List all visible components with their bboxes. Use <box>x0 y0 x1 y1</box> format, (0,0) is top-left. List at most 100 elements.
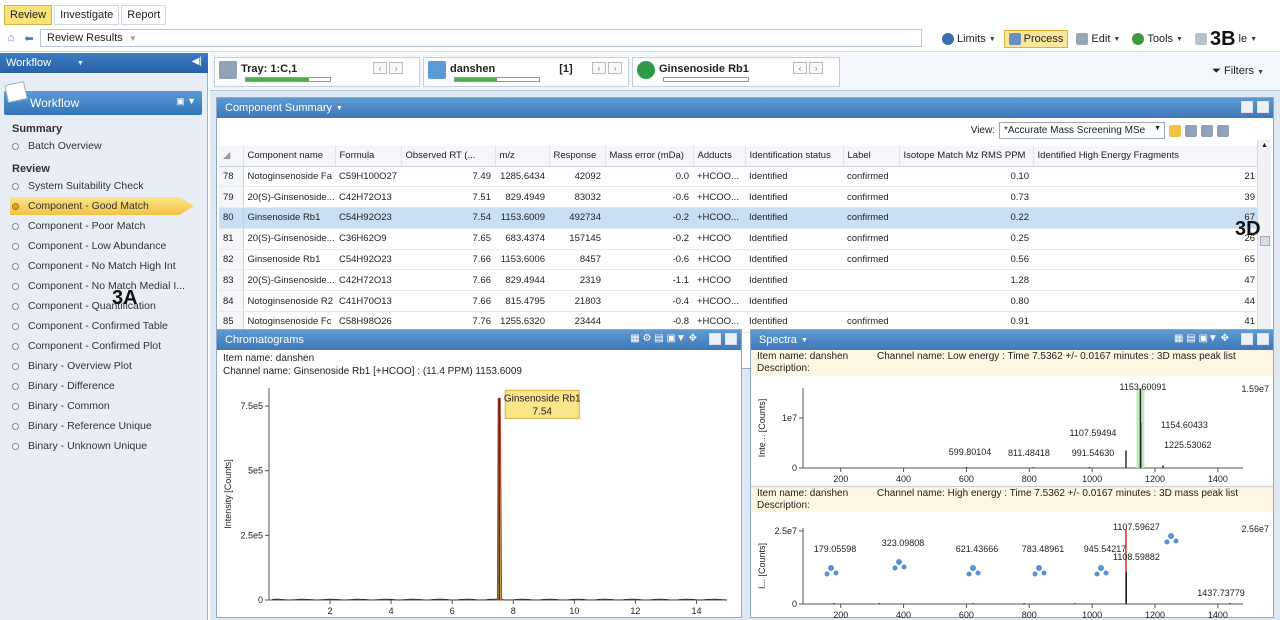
limits-icon <box>942 33 954 45</box>
sidebar-item-review[interactable]: Binary - Unknown Unique <box>12 437 196 455</box>
column-header[interactable]: Isotope Match Mz RMS PPM <box>899 146 1034 167</box>
cell-frag: 44 <box>1033 290 1259 313</box>
spectra-title[interactable]: Spectra <box>759 334 797 346</box>
cell-frag: 47 <box>1033 269 1259 292</box>
tab-review[interactable]: Review <box>4 5 53 25</box>
chromatogram-tools[interactable]: ▦ ⚙ ▤ ▣▼ ✥ <box>630 333 697 344</box>
sidebar-item-summary[interactable]: Batch Overview <box>12 137 196 155</box>
row-number: 80 <box>219 207 244 229</box>
sidebar-item-review[interactable]: Component - Confirmed Plot <box>12 337 196 355</box>
edit-button[interactable]: Edit ▼ <box>1072 30 1124 48</box>
spectra-tools[interactable]: ▦ ▤ ▣▼ ✥ <box>1174 333 1229 344</box>
table-row[interactable]: 80 Ginsenoside Rb1 C54H92O23 7.54 1153.6009 4… <box>219 207 1259 229</box>
column-header[interactable]: Mass error (mDa) <box>605 146 694 167</box>
hash-icon[interactable] <box>1201 124 1213 137</box>
high-energy-spectrum[interactable]: 200 400 600 800 1000 1200 1400 0 2.5e7 I... [Coun… <box>751 512 1273 618</box>
table-row[interactable]: 79 20(S)-Ginsenoside... C42H72O13 7.51 829.4… <box>219 186 1259 209</box>
cell-label: confirmed <box>843 249 899 271</box>
collapse-icon[interactable]: ◀| <box>192 56 202 67</box>
maximize-icon[interactable] <box>725 333 737 345</box>
minimize-icon[interactable] <box>1241 101 1253 113</box>
sidebar-item-review[interactable]: Component - No Match High Int <box>12 257 196 275</box>
tools-button[interactable]: Tools ▼ <box>1128 30 1187 48</box>
chevron-down-icon[interactable]: ▼ <box>129 34 137 43</box>
process-button[interactable]: Process <box>1003 30 1069 48</box>
limits-button[interactable]: Limits ▼ <box>938 30 1000 48</box>
column-header[interactable]: Identification status <box>745 146 844 167</box>
sidebar-item-review[interactable]: Component - Low Abundance <box>12 237 196 255</box>
cell-name: Notoginsenoside Fa <box>243 166 335 188</box>
chevron-down-icon[interactable]: ▼ <box>336 105 343 112</box>
component-context[interactable]: Ginsenoside Rb1 ‹ › <box>632 57 840 87</box>
fragment-marker <box>1168 533 1174 539</box>
scroll-up-icon[interactable]: ▲ <box>1261 142 1268 149</box>
chevron-down-icon[interactable]: ▼ <box>801 337 808 344</box>
info-icon[interactable] <box>1169 124 1181 137</box>
file-button[interactable]: 3B le ▼ <box>1191 28 1261 50</box>
sidebar-item-review[interactable]: Component - Quantification <box>12 297 196 315</box>
sidebar-item-review[interactable]: Binary - Overview Plot <box>12 357 196 375</box>
sidebar-item-review[interactable]: Component - Good Match <box>10 197 194 215</box>
address-field[interactable]: Review Results ▼ <box>40 29 922 47</box>
y-axis-label: Intensity [Counts] <box>223 459 233 529</box>
back-arrow-icon[interactable]: ⬅ <box>22 31 36 45</box>
filters-button[interactable]: ⏷ Filters ▼ <box>1212 65 1264 78</box>
column-header[interactable]: Component name <box>243 146 336 167</box>
column-header[interactable]: Observed RT (... <box>401 146 496 167</box>
view-select[interactable]: *Accurate Mass Screening MSe ▼ <box>999 122 1165 139</box>
minimize-icon[interactable] <box>709 333 721 345</box>
workflow-bar[interactable]: Workflow ▣ ▼ <box>4 81 202 115</box>
settings-icon[interactable] <box>1185 124 1197 137</box>
sidebar-item-review[interactable]: Binary - Common <box>12 397 196 415</box>
column-header[interactable]: Adducts <box>693 146 746 167</box>
column-header[interactable]: Identified High Energy Fragments <box>1033 146 1260 167</box>
component-summary-title[interactable]: Component Summary <box>225 102 332 114</box>
maximize-icon[interactable] <box>1257 333 1269 345</box>
sidebar-item-label: Component - Confirmed Table <box>28 320 168 332</box>
cell-resp: 83032 <box>549 186 605 209</box>
table-row[interactable]: 81 20(S)-Ginsenoside... C36H62O9 7.65 683.43… <box>219 228 1259 250</box>
column-header[interactable]: m/z <box>495 146 550 167</box>
edit-icon <box>1076 33 1089 45</box>
x-tick-label: 400 <box>896 474 911 484</box>
sidebar-item-review[interactable]: Component - No Match Medial I... <box>12 277 196 295</box>
export-icon[interactable] <box>1217 124 1229 137</box>
table-row[interactable]: 78 Notoginsenoside Fa C59H100O27 7.49 1285.6… <box>219 166 1259 188</box>
y-tick-label: 7.5e5 <box>240 401 263 411</box>
radio-icon <box>12 342 19 350</box>
table-row[interactable]: 82 Ginsenoside Rb1 C54H92O23 7.66 1153.6006 8… <box>219 249 1259 271</box>
peak-label: 1225.53062 <box>1164 440 1212 450</box>
fragment-marker <box>1098 565 1104 571</box>
sample-count: [1] <box>559 63 573 75</box>
chevron-down-icon[interactable]: ▼ <box>77 60 84 67</box>
low-energy-spectrum[interactable]: 200 400 600 800 1000 1200 1400 0 1e7 Inte... [Cou… <box>751 376 1273 486</box>
peak-label: 1154.60433 <box>1161 420 1208 430</box>
home-icon[interactable]: ⌂ <box>4 31 18 45</box>
sample-icon <box>428 61 446 79</box>
tray-context[interactable]: Tray: 1:C,1 ‹ › <box>214 57 420 87</box>
tray-nav[interactable]: ‹ › <box>373 62 404 74</box>
scroll-thumb[interactable] <box>1260 236 1270 246</box>
table-row[interactable]: 83 20(S)-Ginsenoside... C42H72O13 7.66 829.4… <box>219 269 1259 292</box>
minimize-icon[interactable] <box>1241 333 1253 345</box>
tab-investigate[interactable]: Investigate <box>54 5 120 25</box>
sidebar-item-review[interactable]: System Suitability Check <box>12 177 196 195</box>
column-header[interactable]: Formula <box>335 146 402 167</box>
table-row[interactable]: 84 Notoginsenoside R2 C41H70O13 7.66 815.479… <box>219 290 1259 313</box>
tab-report[interactable]: Report <box>121 5 167 25</box>
column-header[interactable]: Label <box>843 146 900 167</box>
sidebar-item-review[interactable]: Component - Confirmed Table <box>12 317 196 335</box>
sample-context[interactable]: danshen [1] ‹ › <box>423 57 629 87</box>
chromatogram-chart[interactable]: 246810121402.5e55e57.5e5Retention time [… <box>219 378 739 616</box>
maximize-icon[interactable] <box>1257 101 1269 113</box>
component-nav[interactable]: ‹ › <box>793 62 824 74</box>
workflow-header[interactable]: Workflow ▼ ◀| <box>0 53 208 73</box>
sidebar-item-review[interactable]: Binary - Reference Unique <box>12 417 196 435</box>
cell-iso: 1.28 <box>899 269 1033 292</box>
column-header[interactable]: Response <box>549 146 606 167</box>
workflow-menu-icon[interactable]: ▣ ▼ <box>176 96 196 107</box>
sidebar-item-review[interactable]: Component - Poor Match <box>12 217 196 235</box>
sample-label: danshen <box>450 63 496 75</box>
sample-nav[interactable]: ‹ › <box>592 62 623 74</box>
sidebar-item-review[interactable]: Binary - Difference <box>12 377 196 395</box>
